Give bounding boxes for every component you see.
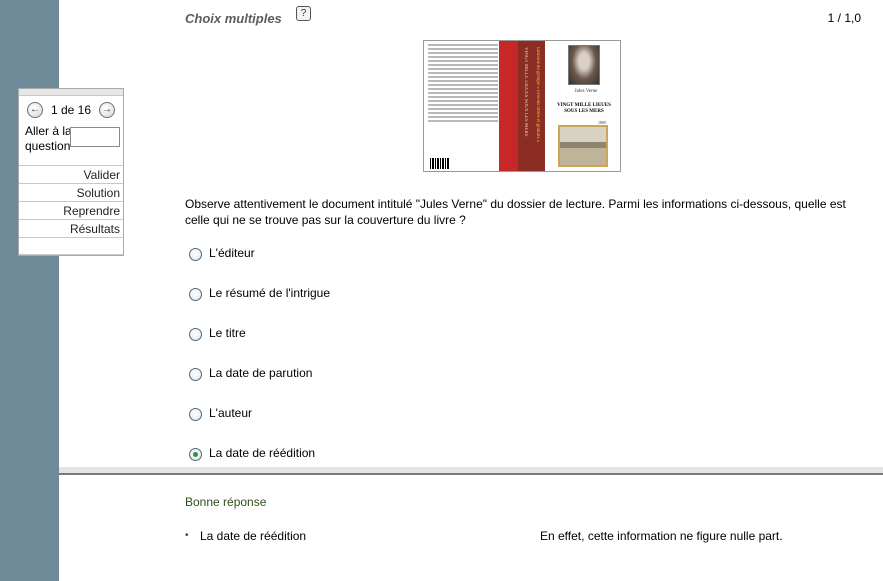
barcode-icon xyxy=(430,158,450,169)
question-text: Observe attentivement le document intitu… xyxy=(185,197,846,227)
back-cover-text xyxy=(428,44,498,168)
page-indicator: 1 de 16 xyxy=(50,103,92,117)
page-title: Choix multiples xyxy=(185,11,282,26)
panel-top-band xyxy=(19,89,123,96)
cover-title: VINGT MILLE LIEUES SOUS LES MERS xyxy=(550,103,618,115)
restart-button[interactable]: Reprendre xyxy=(19,201,123,219)
radio-button[interactable] xyxy=(189,368,202,381)
spine-publisher: Éditions du groupe « Ebooks libres et gr… xyxy=(535,47,540,143)
arrow-right-icon: → xyxy=(102,104,112,115)
radio-button[interactable] xyxy=(189,328,202,341)
menu-empty-row xyxy=(19,237,123,255)
option-label: La date de réédition xyxy=(209,446,316,460)
next-question-button[interactable]: → xyxy=(99,102,115,118)
cover-title-line2: SOUS LES MERS xyxy=(564,109,604,114)
option-label: Le résumé de l'intrigue xyxy=(209,286,331,300)
radio-button[interactable] xyxy=(189,248,202,261)
radio-button[interactable] xyxy=(189,288,202,301)
validate-button[interactable]: Valider xyxy=(19,165,123,183)
pagination-row: ← 1 de 16 → xyxy=(19,102,123,120)
option-label: L'auteur xyxy=(209,406,252,420)
results-button[interactable]: Résultats xyxy=(19,219,123,237)
goto-label-line1: Aller à la xyxy=(25,124,72,138)
help-button[interactable]: ? xyxy=(296,6,311,21)
bullet-icon: • xyxy=(185,530,189,541)
feedback-answer: La date de réédition xyxy=(200,529,307,543)
section-divider xyxy=(59,467,883,475)
option-label: Le titre xyxy=(209,326,246,340)
score-indicator: 1 / 1,0 xyxy=(827,11,861,25)
goto-label-line2: question xyxy=(25,139,71,153)
spine-title: VINGT MILLE LIEUES SOUS LES MERS xyxy=(523,47,528,137)
cover-author: Jules Verne xyxy=(574,89,598,94)
option-label: La date de parution xyxy=(209,366,313,380)
option-label: L'éditeur xyxy=(209,246,255,260)
goto-question-label: Aller à la question xyxy=(25,124,72,154)
radio-button-selected[interactable] xyxy=(189,448,202,461)
arrow-left-icon: ← xyxy=(30,104,40,115)
goto-question-input[interactable] xyxy=(70,127,120,147)
previous-question-button[interactable]: ← xyxy=(27,102,43,118)
radio-button[interactable] xyxy=(189,408,202,421)
cover-illustration xyxy=(558,125,608,167)
book-cover-image: VINGT MILLE LIEUES SOUS LES MERS Édition… xyxy=(423,40,621,172)
navigation-panel: ← 1 de 16 → Aller à la question Valider … xyxy=(18,88,124,256)
spine-left xyxy=(499,41,518,171)
action-menu: Valider Solution Reprendre Résultats xyxy=(19,165,123,255)
author-portrait xyxy=(568,45,600,85)
feedback-title: Bonne réponse xyxy=(185,495,267,509)
feedback-explanation: En effet, cette information ne figure nu… xyxy=(540,529,783,543)
solution-button[interactable]: Solution xyxy=(19,183,123,201)
